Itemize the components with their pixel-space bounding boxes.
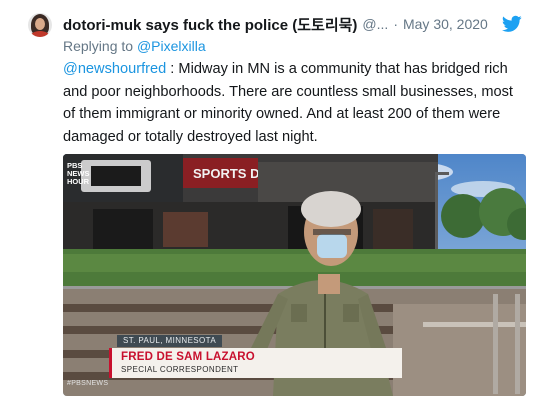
twitter-bird-icon	[502, 15, 522, 32]
dateline-label: ST. PAUL, MINNESOTA	[117, 335, 223, 347]
tweet-card: dotori-muk says fuck the police (도토리묵) @…	[0, 0, 540, 403]
tweet-media-image[interactable]: SPORTS DOME PBS NEWS HOUR ST. PAUL, MINN…	[63, 154, 526, 396]
replying-to-label: Replying to	[63, 38, 137, 54]
replying-to-link[interactable]: @Pixelxilla	[137, 38, 206, 54]
tweet-header: dotori-muk says fuck the police (도토리묵) @…	[63, 14, 528, 34]
reporter-title: SPECIAL CORRESPONDENT	[121, 365, 239, 374]
lower-third-caption: ST. PAUL, MINNESOTA FRED DE SAM LAZARO S…	[85, 335, 405, 380]
mention-link[interactable]: @newshourfred	[63, 61, 166, 77]
pbs-newshour-logo: PBS NEWS HOUR	[67, 161, 90, 186]
tweet-text: @newshourfred : Midway in MN is a commun…	[63, 58, 523, 148]
reporter-name: FRED DE SAM LAZARO	[121, 351, 255, 363]
lower-third-bar: FRED DE SAM LAZARO SPECIAL CORRESPONDENT	[109, 348, 402, 378]
tweet-date[interactable]: May 30, 2020	[403, 16, 488, 32]
replying-to: Replying to @Pixelxilla	[63, 38, 206, 54]
display-name[interactable]: dotori-muk says fuck the police (도토리묵)	[63, 14, 357, 35]
network-hashtag: #PBSNEWS	[67, 380, 109, 387]
user-avatar[interactable]	[28, 13, 52, 37]
separator-dot: ·	[393, 16, 398, 32]
user-handle[interactable]: @...	[362, 16, 388, 32]
